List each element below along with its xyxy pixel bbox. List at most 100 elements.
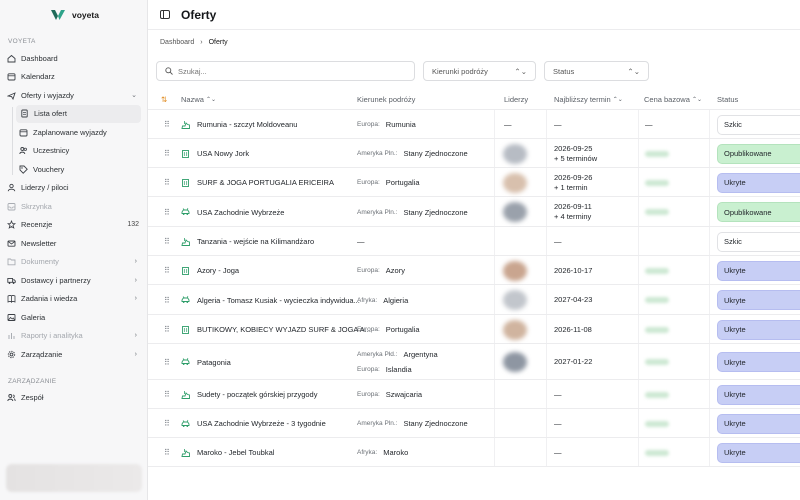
sidebar-toggle-icon[interactable] <box>160 10 170 19</box>
offer-title: Algeria - Tomasz Kusiak - wycieczka indy… <box>197 295 360 305</box>
brand[interactable]: voyeta <box>0 0 147 30</box>
term-line: — <box>554 236 562 246</box>
sidebar-item-label: Newsletter <box>21 238 57 248</box>
next-term: — <box>554 110 562 139</box>
drag-handle-icon[interactable]: ⠿ <box>164 285 170 315</box>
sidebar-item-uczestnicy[interactable]: Uczestnicy <box>0 142 147 161</box>
status-badge[interactable]: Opublikowane <box>717 143 800 164</box>
offer-name[interactable]: USA Zachodnie Wybrzeże <box>181 197 284 227</box>
offer-name[interactable]: SURF & JOGA PORTUGALIA ERICEIRA <box>181 168 334 197</box>
leader-avatar[interactable] <box>503 285 527 315</box>
status-badge[interactable]: Ukryte <box>717 442 800 463</box>
drag-handle-icon[interactable]: ⠿ <box>164 438 170 467</box>
sidebar-item-vouchery[interactable]: Vouchery <box>0 160 147 179</box>
direction-select[interactable]: Kierunki podróży ⌃⌄ <box>423 61 536 81</box>
leader-avatar[interactable] <box>503 315 527 344</box>
table-row[interactable]: ⠿ Azory - Joga Europa: Azory 2026-10-17 Ukryt… <box>148 256 800 285</box>
leader-avatar[interactable] <box>503 168 527 197</box>
sidebar-item-raporty-i-analityka[interactable]: Raporty i analityka › <box>0 327 147 346</box>
car-icon <box>181 419 191 429</box>
col-name[interactable]: Nazwa ⌃⌄ <box>181 95 216 104</box>
status-badge[interactable]: Ukryte <box>717 413 800 434</box>
status-badge[interactable]: Ukryte <box>717 172 800 193</box>
table-row[interactable]: ⠿ USA Zachodnie Wybrzeże - 3 tygodnie Amer… <box>148 409 800 438</box>
sidebar-item-oferty-i-wyjazdy[interactable]: Oferty i wyjazdy ⌄ <box>0 86 147 105</box>
status-badge[interactable]: Ukryte <box>717 290 800 310</box>
car-icon <box>181 295 191 305</box>
sidebar-item-dashboard[interactable]: Dashboard <box>0 49 147 68</box>
offer-name[interactable]: Maroko - Jebel Toubkal <box>181 438 274 467</box>
direction: Ameryka Pln.: Stany Zjednoczone <box>357 409 468 438</box>
price-value <box>645 409 669 438</box>
drag-handle-icon[interactable]: ⠿ <box>164 315 170 344</box>
table-row[interactable]: ⠿ Algeria - Tomasz Kusiak - wycieczka ind… <box>148 285 800 315</box>
status-badge[interactable]: Ukryte <box>717 260 800 281</box>
sidebar-item-galeria[interactable]: Galeria <box>0 308 147 327</box>
breadcrumb-root[interactable]: Dashboard <box>160 39 194 46</box>
sidebar-item-label: Recenzje <box>21 220 53 230</box>
offer-name[interactable]: Azory - Joga <box>181 256 239 285</box>
table-row[interactable]: ⠿ Tanzania - wejście na Kilimandżaro — — Szk… <box>148 227 800 256</box>
sidebar-item-zadania-i-wiedza[interactable]: Zadania i wiedza › <box>0 290 147 309</box>
table-row[interactable]: ⠿ BUTIKOWY, KOBIECY WYJAZD SURF & JOGA A.… <box>148 315 800 344</box>
table-row[interactable]: ⠿ Maroko - Jebel Toubkal Afryka: Maroko — Ukr… <box>148 438 800 467</box>
drag-handle-icon[interactable]: ⠿ <box>164 227 170 256</box>
status-badge[interactable]: Ukryte <box>717 352 800 372</box>
table-row[interactable]: ⠿ Sudety - początek górskiej przygody Euro… <box>148 380 800 409</box>
drag-handle-icon[interactable]: ⠿ <box>164 110 170 139</box>
drag-handle-icon[interactable]: ⠿ <box>164 256 170 285</box>
building-icon <box>181 178 191 188</box>
offer-name[interactable]: Sudety - początek górskiej przygody <box>181 380 317 409</box>
table-row[interactable]: ⠿ USA Nowy Jork Ameryka Pln.: Stany Zjednoc… <box>148 139 800 168</box>
offer-name[interactable]: BUTIKOWY, KOBIECY WYJAZD SURF & JOGA A..… <box>181 315 371 344</box>
sidebar-item-zaplanowane-wyjazdy[interactable]: Zaplanowane wyjazdy <box>0 123 147 142</box>
status-badge[interactable]: Ukryte <box>717 319 800 340</box>
offer-name[interactable]: USA Zachodnie Wybrzeże - 3 tygodnie <box>181 409 326 438</box>
sidebar-item-kalendarz[interactable]: Kalendarz <box>0 68 147 87</box>
offer-name[interactable]: Tanzania - wejście na Kilimandżaro <box>181 227 314 256</box>
status-badge[interactable]: Szkic <box>717 114 800 135</box>
brand-name: voyeta <box>72 10 99 20</box>
table-row[interactable]: ⠿ USA Zachodnie Wybrzeże Ameryka Pln.: Stan… <box>148 197 800 227</box>
offer-name[interactable]: USA Nowy Jork <box>181 139 249 168</box>
drag-handle-icon[interactable]: ⠿ <box>164 380 170 409</box>
leader-avatar[interactable] <box>503 139 527 168</box>
sidebar-item-zarzadzanie[interactable]: Zarządzanie › <box>0 345 147 364</box>
leader-avatar[interactable] <box>503 197 527 227</box>
leader-avatar[interactable] <box>503 256 527 285</box>
inbox-icon <box>7 202 16 211</box>
sidebar-item-zespo[interactable]: Zespół <box>0 389 147 408</box>
status-badge[interactable]: Ukryte <box>717 384 800 405</box>
status-badge[interactable]: Opublikowane <box>717 202 800 222</box>
offer-name[interactable]: Algeria - Tomasz Kusiak - wycieczka indy… <box>181 285 360 315</box>
drag-handle-icon[interactable]: ⠿ <box>164 168 170 197</box>
sidebar-item-dostawcy-i-partnerzy[interactable]: Dostawcy i partnerzy › <box>0 271 147 290</box>
status-select[interactable]: Status ⌃⌄ <box>544 61 649 81</box>
offer-name[interactable]: Rumunia - szczyt Moldoveanu <box>181 110 297 139</box>
offer-name[interactable]: Patagonia <box>181 344 231 380</box>
table-row[interactable]: ⠿ Rumunia - szczyt Moldoveanu Europa: Rumun… <box>148 110 800 139</box>
col-next-term[interactable]: Najbliższy termin ⌃⌄ <box>554 95 623 104</box>
sidebar-item-skrzynka[interactable]: Skrzynka <box>0 197 147 216</box>
drag-handle-icon[interactable]: ⠿ <box>164 344 170 380</box>
sidebar-item-lista-ofert[interactable]: Lista ofert <box>16 104 141 123</box>
sidebar-item-dokumenty[interactable]: Dokumenty › <box>0 253 147 272</box>
status-badge[interactable]: Szkic <box>717 231 800 252</box>
drag-handle-icon[interactable]: ⠿ <box>164 409 170 438</box>
search-box[interactable] <box>156 61 415 81</box>
search-input[interactable] <box>178 66 378 76</box>
user-profile-card[interactable] <box>6 464 142 492</box>
hiking-icon <box>181 448 191 458</box>
leader-avatar[interactable] <box>503 344 527 380</box>
col-price[interactable]: Cena bazowa ⌃⌄ <box>644 95 702 104</box>
drag-handle-icon[interactable]: ⠿ <box>164 197 170 227</box>
sort-icon[interactable]: ⇅ <box>161 95 167 104</box>
sidebar-item-liderzy-piloci[interactable]: Liderzy / piloci <box>0 179 147 198</box>
sidebar-item-recenzje[interactable]: Recenzje 132 <box>0 216 147 235</box>
table-row[interactable]: ⠿ SURF & JOGA PORTUGALIA ERICEIRA Europa: P… <box>148 168 800 197</box>
drag-handle-icon[interactable]: ⠿ <box>164 139 170 168</box>
offer-title: Tanzania - wejście na Kilimandżaro <box>197 237 315 246</box>
direction: Ameryka Płd.: Argentyna <box>357 348 438 360</box>
sidebar-item-newsletter[interactable]: Newsletter <box>0 234 147 253</box>
table-row[interactable]: ⠿ Patagonia Ameryka Płd.: Argentyna Europa: I… <box>148 344 800 380</box>
